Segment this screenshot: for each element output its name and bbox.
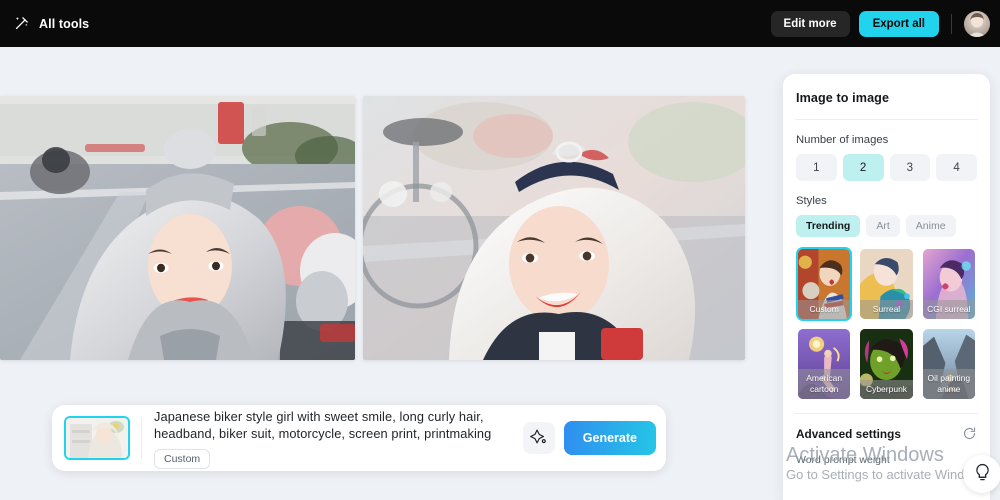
generated-image-card-1[interactable] (0, 96, 355, 360)
generated-image-1 (0, 96, 355, 360)
prompt-input[interactable]: Japanese biker style girl with sweet smi… (154, 408, 514, 442)
generated-image-card-2[interactable] (363, 96, 745, 360)
prompt-divider (141, 417, 142, 459)
prompt-actions: Generate (522, 421, 656, 455)
source-image-thumbnail[interactable] (64, 416, 130, 460)
style-name-surreal: Surreal (860, 299, 913, 319)
style-name-american-cartoon: American cartoon (798, 369, 851, 399)
number-of-images-group: 1 2 3 4 (796, 154, 977, 181)
number-option-2[interactable]: 2 (842, 154, 884, 181)
avatar[interactable] (964, 10, 990, 37)
style-card-cgi-surreal[interactable]: CGI surreal (921, 247, 977, 321)
style-name-oil-painting-anime: Oil painting anime (922, 369, 975, 399)
word-prompt-weight-label: Word prompt weight (796, 454, 890, 466)
magic-wand-icon (13, 15, 30, 32)
number-option-3[interactable]: 3 (889, 154, 931, 181)
prompt-bar: Japanese biker style girl with sweet smi… (52, 405, 666, 471)
advanced-settings-title: Advanced settings (796, 426, 901, 441)
advanced-settings-header: Advanced settings (796, 426, 977, 441)
reset-icon[interactable] (962, 426, 977, 441)
tab-trending[interactable]: Trending (796, 215, 861, 237)
export-all-button[interactable]: Export all (858, 10, 939, 37)
top-bar-actions: Edit more Export all (770, 10, 1000, 37)
toolbar-divider (951, 13, 952, 34)
panel-divider (795, 119, 978, 120)
styles-label: Styles (796, 195, 827, 207)
advanced-divider (795, 413, 978, 414)
help-button[interactable] (963, 455, 1000, 493)
tab-anime[interactable]: Anime (905, 215, 956, 237)
sparkle-enhance-button[interactable] (522, 422, 555, 454)
number-option-4[interactable]: 4 (936, 154, 977, 181)
app-root: All tools Edit more Export all Japanese … (0, 0, 1000, 500)
edit-more-button[interactable]: Edit more (770, 10, 850, 37)
tab-art[interactable]: Art (866, 215, 900, 237)
style-name-custom: Custom (798, 299, 851, 319)
style-card-surreal[interactable]: Surreal (858, 247, 914, 321)
styles-grid: Custom Surreal CGI surreal American cart… (796, 247, 977, 401)
lightbulb-icon (973, 463, 992, 485)
style-card-american-cartoon[interactable]: American cartoon (796, 327, 852, 401)
style-name-cyberpunk: Cyberpunk (860, 379, 913, 399)
prompt-style-tag[interactable]: Custom (154, 448, 211, 469)
style-card-cyberpunk[interactable]: Cyberpunk (858, 327, 914, 401)
generated-image-2 (363, 96, 745, 360)
image-to-image-panel: Image to image Number of images 1 2 3 4 … (783, 74, 990, 500)
results-gallery (0, 96, 760, 360)
style-name-cgi-surreal: CGI surreal (922, 299, 975, 319)
prompt-body: Japanese biker style girl with sweet smi… (154, 408, 523, 469)
generate-button[interactable]: Generate (563, 421, 656, 455)
panel-title: Image to image (796, 91, 890, 105)
all-tools-label: All tools (39, 16, 90, 31)
style-card-oil-painting-anime[interactable]: Oil painting anime (921, 327, 977, 401)
sparkle-icon (530, 428, 547, 448)
number-of-images-label: Number of images (796, 134, 889, 146)
source-thumbnail-image (66, 418, 128, 458)
number-option-1[interactable]: 1 (796, 154, 837, 181)
all-tools-button[interactable]: All tools (0, 15, 89, 32)
top-bar: All tools Edit more Export all (0, 0, 1000, 47)
styles-tabs: Trending Art Anime (796, 215, 977, 237)
style-card-custom[interactable]: Custom (796, 247, 853, 321)
